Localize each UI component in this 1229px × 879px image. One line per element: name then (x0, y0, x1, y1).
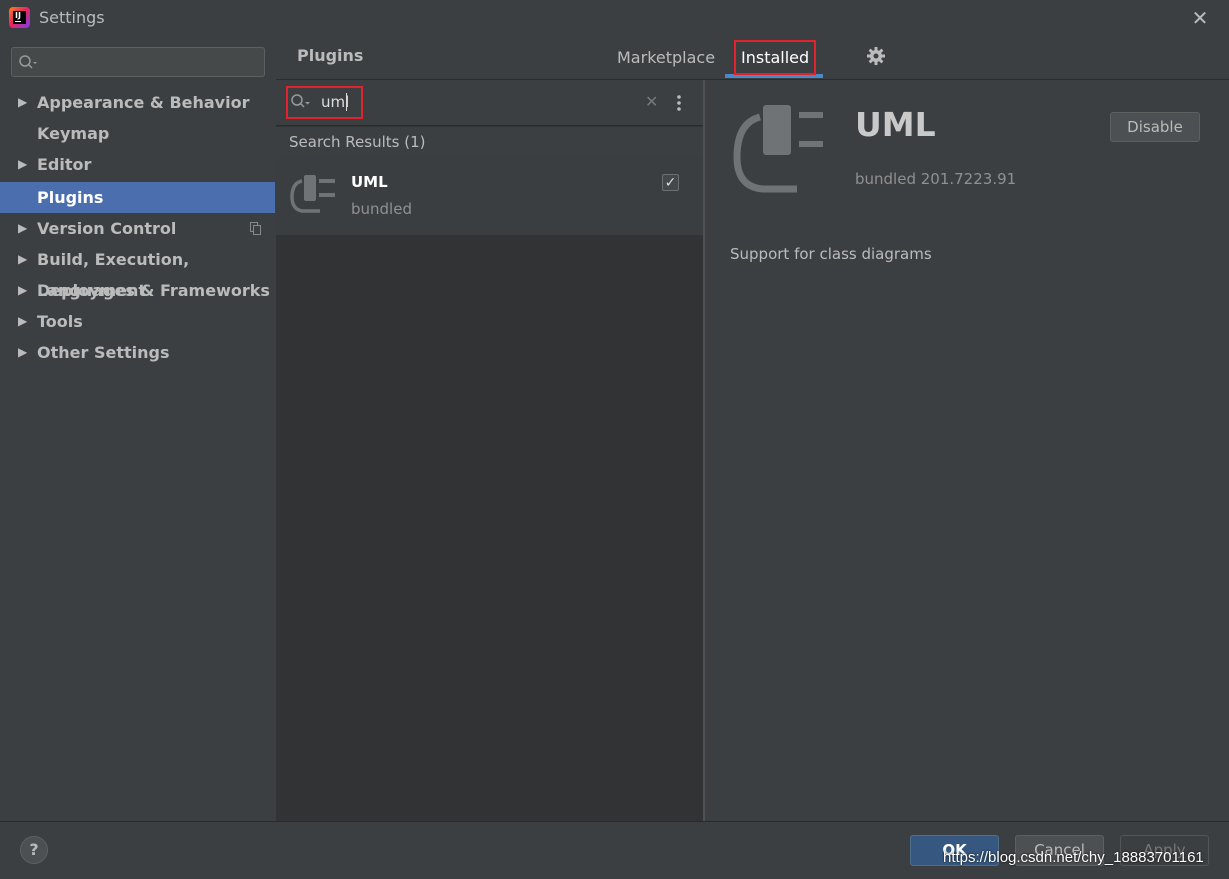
expand-arrow-icon: ▶ (18, 252, 28, 266)
plugin-plug-icon (733, 105, 823, 193)
disable-button[interactable]: Disable (1110, 112, 1200, 142)
gear-icon[interactable] (866, 46, 886, 66)
annotation-highlight-box (734, 40, 816, 75)
plugin-detail-version: bundled 201.7223.91 (855, 170, 1017, 188)
plugin-enabled-checkbox[interactable]: ✓ (662, 174, 679, 191)
expand-arrow-icon: ▶ (18, 157, 28, 171)
help-button[interactable]: ? (20, 836, 48, 864)
intellij-logo-icon: IJ (9, 7, 30, 28)
plugin-list-item[interactable] (276, 157, 704, 235)
sidebar-item-build-execution-deployment[interactable]: ▶ Build, Execution, Deployment (0, 244, 275, 300)
plugin-detail-name: UML (855, 105, 936, 144)
search-icon (19, 55, 37, 69)
sidebar-item-version-control[interactable]: ▶ Version Control (0, 213, 275, 244)
plugin-description: Support for class diagrams (730, 245, 932, 263)
window-title: Settings (39, 8, 105, 27)
page-title: Plugins (297, 46, 364, 65)
sidebar-item-other-settings[interactable]: ▶ Other Settings (0, 337, 275, 368)
expand-arrow-icon: ▶ (18, 314, 28, 328)
clear-search-icon[interactable]: ✕ (645, 92, 658, 111)
results-count-label: Search Results (1) (289, 133, 426, 151)
sidebar-item-editor[interactable]: ▶ Editor (0, 149, 275, 180)
annotation-highlight-box (286, 86, 363, 119)
plugin-name: UML (351, 173, 388, 191)
plugin-plug-icon (290, 175, 335, 213)
sidebar-item-appearance-behavior[interactable]: ▶ Appearance & Behavior (0, 87, 275, 118)
sidebar-item-keymap[interactable]: Keymap (0, 118, 275, 149)
sidebar-item-tools[interactable]: ▶ Tools (0, 306, 275, 337)
expand-arrow-icon: ▶ (18, 221, 28, 235)
tab-marketplace[interactable]: Marketplace (617, 48, 715, 67)
expand-arrow-icon: ▶ (18, 95, 28, 109)
copy-icon (250, 222, 261, 235)
sidebar-item-plugins[interactable]: Plugins (0, 182, 275, 213)
sidebar-search-input[interactable] (11, 47, 265, 77)
plugin-bundled-label: bundled (351, 200, 412, 218)
close-icon[interactable]: ✕ (1188, 6, 1212, 30)
watermark-text: https://blog.csdn.net/chy_18883701161 (943, 849, 1204, 866)
expand-arrow-icon: ▶ (18, 345, 28, 359)
title-bar (0, 0, 1229, 36)
expand-arrow-icon: ▶ (18, 283, 28, 297)
sidebar-item-languages-frameworks[interactable]: ▶ Languages & Frameworks (0, 275, 275, 306)
more-vertical-icon[interactable] (672, 93, 686, 113)
